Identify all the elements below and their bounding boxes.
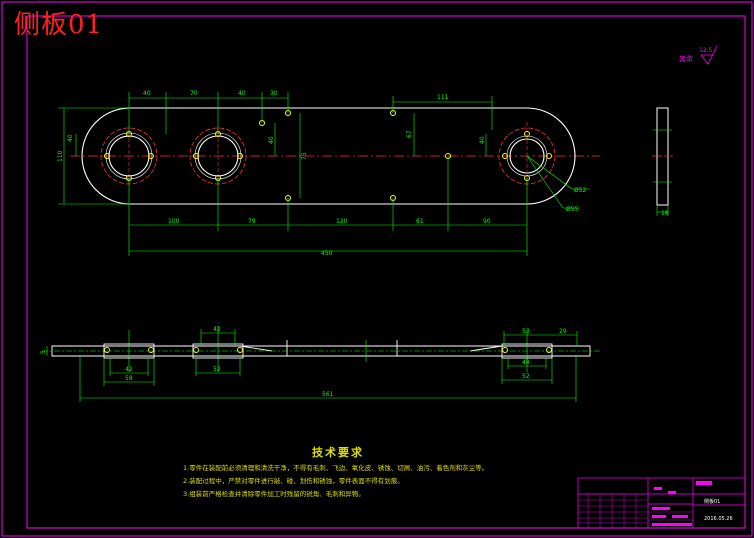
dim-40-right: 40 <box>479 136 486 144</box>
dim-70: 70 <box>190 90 198 97</box>
dim-52-mid: 52 <box>213 366 221 373</box>
dim-5: 5 <box>40 350 47 354</box>
dim-75: 75 <box>301 152 308 160</box>
dim-42-top: 42 <box>213 326 221 333</box>
section-view: 42 42 58 52 53 29 48 52 561 5 <box>40 326 600 402</box>
dim-40-mid: 40 <box>268 136 275 144</box>
technical-requirements-title: 技术要求 <box>312 446 364 459</box>
dim-40a: 40 <box>143 90 151 97</box>
section-dimension-text: 42 42 58 52 53 29 48 52 561 5 <box>40 326 567 398</box>
dim-111: 111 <box>437 94 449 101</box>
top-view: 40 70 40 30 111 40 110 40 75 67 40 100 7… <box>57 90 600 257</box>
drawing-sheet: 其余 12.5 40 70 40 30 111 40 110 40 75 67 … <box>1 1 753 537</box>
dim-52-right: 52 <box>522 373 530 380</box>
technical-requirement-1: 1.零件在装配前必须清理和清洗干净，不得有毛刺、飞边、氧化皮、锈蚀、切屑、油污、… <box>183 464 489 472</box>
inner-frame <box>26 15 746 529</box>
dim-120: 120 <box>336 218 348 225</box>
dim-79: 79 <box>248 218 256 225</box>
dim-100: 100 <box>168 218 180 225</box>
outer-frame <box>1 1 753 537</box>
technical-requirement-2: 2.装配过程中，严禁对零件进行敲、碰、划伤和锈蚀，零件表面不得有划痕。 <box>183 477 404 485</box>
side-view: 18 <box>652 107 673 217</box>
dim-phi55: Ø55 <box>566 206 579 213</box>
dim-61: 61 <box>416 218 424 225</box>
dim-90: 90 <box>483 218 491 225</box>
dim-53: 53 <box>522 328 530 335</box>
title-block-part-name: 侧板01 <box>704 498 720 505</box>
dim-29: 29 <box>559 328 567 335</box>
top-dimension-text: 40 70 40 30 111 40 110 40 75 67 40 100 7… <box>57 90 587 257</box>
dim-110: 110 <box>57 150 64 162</box>
dim-phi52: Ø52 <box>574 187 587 194</box>
dim-40b: 40 <box>238 90 246 97</box>
dim-48: 48 <box>522 359 530 366</box>
dim-561: 561 <box>322 391 334 398</box>
dim-58: 58 <box>125 375 133 382</box>
dim-450: 450 <box>321 250 333 257</box>
dim-18: 18 <box>661 210 669 217</box>
roughness-label: 其余 <box>679 54 693 63</box>
bolt-holes <box>104 110 552 201</box>
roughness-symbol: 其余 12.5 <box>679 45 718 65</box>
drawing-title: 侧板01 <box>14 10 104 40</box>
roughness-value: 12.5 <box>699 47 713 54</box>
dim-67: 67 <box>406 130 413 138</box>
dim-42-left: 42 <box>125 366 133 373</box>
dim-30: 30 <box>270 90 278 97</box>
title-block-code: 2016.05.26 <box>704 516 733 522</box>
dim-40-left: 40 <box>67 134 74 142</box>
technical-requirement-3: 3.组装前严格检查并清除零件加工时残留的锐角、毛刺和异物。 <box>183 490 365 498</box>
